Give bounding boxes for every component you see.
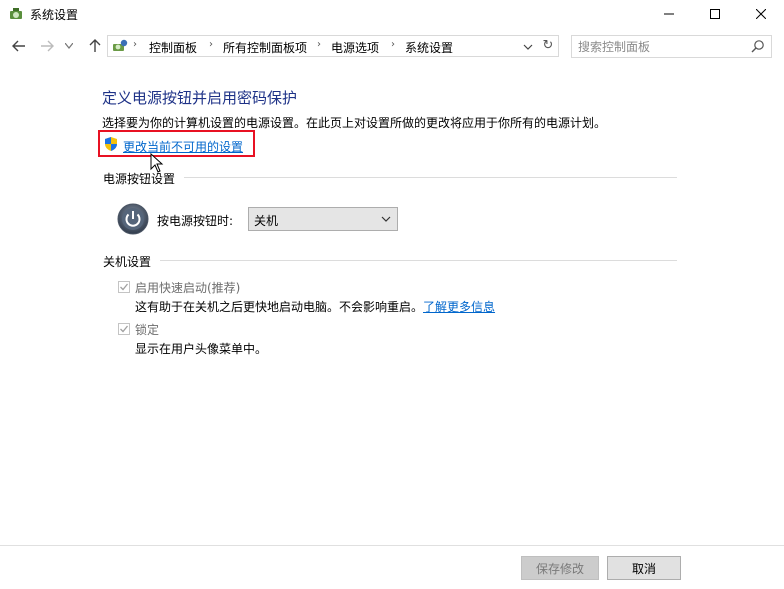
- maximize-button[interactable]: [692, 0, 738, 28]
- address-bar[interactable]: › 控制面板 › 所有控制面板项 › 电源选项 › 系统设置: [107, 35, 559, 57]
- fast-startup-desc-text: 这有助于在关机之后更快地启动电脑。不会影响重启。: [135, 300, 424, 314]
- breadcrumb-all-items[interactable]: 所有控制面板项: [223, 39, 307, 56]
- power-options-icon: [8, 6, 24, 22]
- search-box[interactable]: [571, 35, 772, 58]
- learn-more-link[interactable]: 了解更多信息: [423, 300, 495, 314]
- power-button-action-value: 关机: [254, 214, 279, 228]
- fast-startup-label: 启用快速启动(推荐): [135, 281, 241, 295]
- forward-arrow-icon[interactable]: [37, 36, 57, 56]
- minimize-button[interactable]: [646, 0, 692, 28]
- back-arrow-icon[interactable]: [9, 36, 29, 56]
- section-divider: [184, 177, 677, 178]
- breadcrumb-separator-icon[interactable]: ›: [391, 39, 395, 50]
- fast-startup-description: 这有助于在关机之后更快地启动电脑。不会影响重启。了解更多信息: [135, 298, 495, 315]
- lock-label: 锁定: [135, 323, 160, 337]
- address-history-chevron-icon[interactable]: [519, 37, 537, 57]
- lock-description: 显示在用户头像菜单中。: [135, 342, 268, 356]
- title-bar: 系统设置: [0, 0, 784, 28]
- breadcrumb-separator-icon[interactable]: ›: [209, 39, 213, 50]
- close-button[interactable]: [738, 0, 784, 28]
- breadcrumb-system-settings[interactable]: 系统设置: [405, 39, 453, 56]
- recent-locations-chevron-icon[interactable]: [62, 36, 76, 56]
- search-icon[interactable]: [751, 39, 765, 56]
- save-changes-button[interactable]: 保存修改: [521, 556, 599, 580]
- page-title: 定义电源按钮并启用密码保护: [102, 89, 298, 107]
- breadcrumb-power-options[interactable]: 电源选项: [331, 39, 379, 56]
- change-unavailable-settings-link[interactable]: 更改当前不可用的设置: [123, 138, 243, 155]
- search-input[interactable]: [572, 36, 754, 57]
- power-button-section-title: 电源按钮设置: [103, 172, 176, 186]
- breadcrumb-control-panel[interactable]: 控制面板: [149, 39, 197, 56]
- section-divider: [160, 260, 677, 261]
- page-description: 选择要为你的计算机设置的电源设置。在此页上对设置所做的更改将应用于你所有的电源计…: [102, 116, 607, 130]
- lock-checkbox[interactable]: [118, 323, 130, 335]
- fast-startup-checkbox[interactable]: [118, 281, 130, 293]
- power-button-action-select[interactable]: 关机: [248, 207, 398, 231]
- up-arrow-icon[interactable]: [85, 36, 105, 56]
- window-title: 系统设置: [30, 8, 79, 22]
- refresh-icon[interactable]: ↻: [539, 36, 557, 56]
- uac-shield-icon: [103, 136, 119, 155]
- shutdown-section-title: 关机设置: [103, 255, 152, 269]
- footer-divider: [0, 545, 784, 546]
- breadcrumb-separator-icon: ›: [133, 39, 137, 50]
- control-panel-icon: [112, 38, 128, 57]
- breadcrumb-separator-icon[interactable]: ›: [317, 39, 321, 50]
- chevron-down-icon: [381, 213, 391, 228]
- power-button-icon: [117, 203, 149, 238]
- power-button-action-label: 按电源按钮时:: [157, 214, 234, 228]
- cancel-button[interactable]: 取消: [607, 556, 681, 580]
